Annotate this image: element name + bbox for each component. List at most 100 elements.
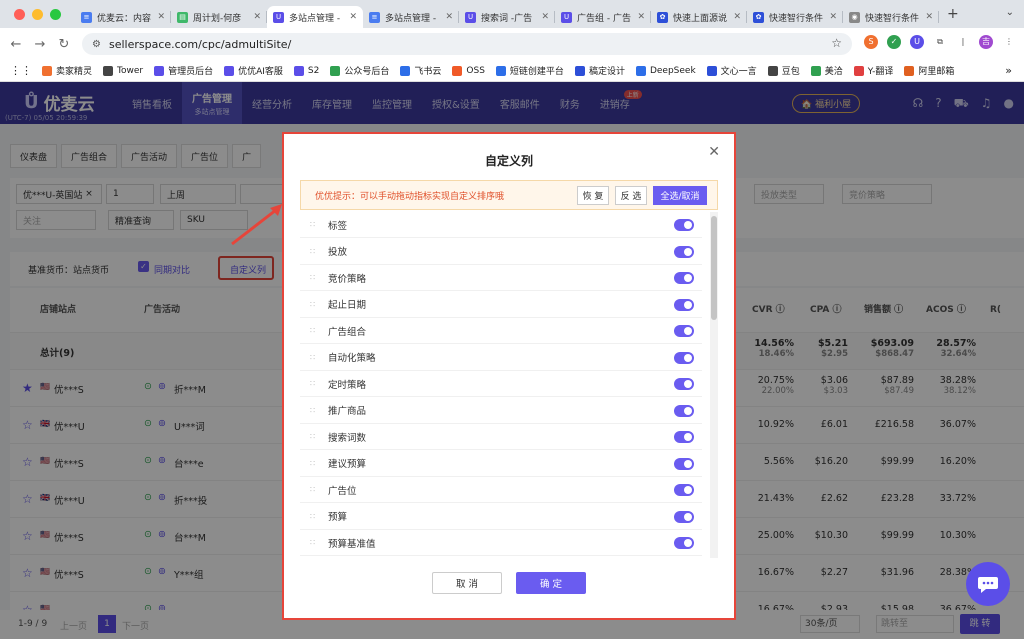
column-toggle[interactable]	[674, 325, 694, 337]
invert-button[interactable]: 反 选	[615, 186, 647, 205]
column-toggle[interactable]	[674, 510, 694, 523]
tab-close-icon[interactable]: ✕	[829, 12, 837, 22]
back-button[interactable]: ←	[4, 37, 28, 52]
column-toggle[interactable]	[674, 484, 694, 496]
bookmark-item[interactable]: Y-翻译	[853, 64, 893, 77]
bookmarks-overflow-icon[interactable]: »	[1005, 64, 1012, 77]
browser-tab[interactable]: ≡ 多站点管理 - ✕	[363, 6, 459, 28]
column-toggle[interactable]	[674, 404, 694, 417]
tab-close-icon[interactable]: ✕	[445, 12, 453, 22]
tab-close-icon[interactable]: ✕	[541, 12, 549, 22]
bookmark-item[interactable]: 优优AI客服	[224, 64, 283, 77]
column-toggle[interactable]	[674, 219, 694, 231]
apps-grid-icon[interactable]: ⋮⋮	[10, 64, 32, 77]
column-item[interactable]: ∷ 广告组合	[300, 318, 702, 344]
new-tab-button[interactable]: +	[947, 6, 959, 22]
browser-tab[interactable]: ✿ 快速上面源说 ✕	[651, 6, 747, 28]
reload-button[interactable]: ↻	[52, 37, 76, 52]
bookmark-item[interactable]: OSS	[452, 64, 485, 77]
browser-tab[interactable]: ◉ 快速智行条件 ✕	[843, 6, 939, 28]
forward-button[interactable]: →	[28, 37, 52, 52]
bookmark-item[interactable]: 豆包	[767, 64, 800, 77]
extension-icon[interactable]: U	[910, 35, 924, 49]
column-item[interactable]: ∷ 投放	[300, 239, 702, 265]
confirm-button[interactable]: 确 定	[516, 572, 586, 594]
browser-tab[interactable]: U 多站点管理 - ✕	[267, 6, 363, 28]
drag-handle-icon[interactable]: ∷	[310, 353, 322, 362]
tab-close-icon[interactable]: ✕	[637, 12, 645, 22]
column-toggle[interactable]	[674, 537, 694, 549]
drag-handle-icon[interactable]: ∷	[310, 432, 322, 441]
restore-button[interactable]: 恢 复	[577, 186, 609, 205]
bookmark-item[interactable]: 短链创建平台	[495, 64, 564, 77]
browser-tab[interactable]: ≡ 优麦云：内容 ✕	[75, 6, 171, 28]
extension-icon[interactable]: ✓	[887, 35, 901, 49]
drag-handle-icon[interactable]: ∷	[310, 300, 322, 309]
column-toggle[interactable]	[674, 298, 694, 311]
drag-handle-icon[interactable]: ∷	[310, 459, 322, 468]
browser-tab[interactable]: U 搜索词 -广告 ✕	[459, 6, 555, 28]
close-icon[interactable]: ✕	[708, 144, 720, 160]
url-bar[interactable]: ⚙ sellerspace.com/cpc/admultiSite/ ☆	[82, 33, 852, 55]
bookmark-item[interactable]: 管理员后台	[154, 64, 213, 77]
tab-close-icon[interactable]: ✕	[349, 12, 357, 22]
puzzle-icon[interactable]: ⧉	[933, 35, 947, 49]
column-toggle[interactable]	[674, 378, 694, 390]
column-toggle[interactable]	[674, 431, 694, 443]
drag-handle-icon[interactable]: ∷	[310, 247, 322, 256]
bookmark-item[interactable]: 飞书云	[400, 64, 441, 77]
column-item[interactable]: ∷ 定时策略	[300, 371, 702, 397]
bookmark-item[interactable]: DeepSeek	[635, 64, 696, 77]
column-item[interactable]: ∷ 建议预算	[300, 451, 702, 477]
site-settings-icon[interactable]: ⚙	[92, 39, 101, 50]
bookmark-item[interactable]: 文心一言	[706, 64, 757, 77]
tab-close-icon[interactable]: ✕	[925, 12, 933, 22]
tab-list-chevron-icon[interactable]: ⌄	[1006, 7, 1014, 18]
drag-handle-icon[interactable]: ∷	[310, 326, 322, 335]
minimize-window-button[interactable]	[32, 8, 43, 20]
column-item[interactable]: ∷ 竞价策略	[300, 265, 702, 291]
column-item[interactable]: ∷ 推广商品	[300, 398, 702, 424]
drag-handle-icon[interactable]: ∷	[310, 512, 322, 521]
column-item[interactable]: ∷ 搜索词数	[300, 424, 702, 450]
column-item[interactable]: ∷ 标签	[300, 212, 702, 238]
column-item[interactable]: ∷ 预算	[300, 504, 702, 530]
bookmark-item[interactable]: 美洽	[810, 64, 843, 77]
column-item[interactable]: ∷ 起止日期	[300, 292, 702, 318]
list-scrollbar[interactable]	[710, 212, 718, 558]
tab-close-icon[interactable]: ✕	[157, 12, 165, 22]
bookmark-item[interactable]: 卖家精灵	[42, 64, 92, 77]
browser-tab[interactable]: ✿ 快速智行条件 ✕	[747, 6, 843, 28]
select-all-button[interactable]: 全选/取消	[653, 186, 707, 205]
drag-handle-icon[interactable]: ∷	[310, 538, 322, 547]
column-toggle[interactable]	[674, 457, 694, 470]
drag-handle-icon[interactable]: ∷	[310, 406, 322, 415]
more-menu-icon[interactable]: ⋮	[1002, 35, 1016, 49]
drag-handle-icon[interactable]: ∷	[310, 220, 322, 229]
bookmark-item[interactable]: 公众号后台	[330, 64, 389, 77]
bookmark-star-icon[interactable]: ☆	[831, 36, 842, 50]
drag-handle-icon[interactable]: ∷	[310, 273, 322, 282]
close-window-button[interactable]	[14, 8, 25, 20]
column-item[interactable]: ∷ 广告位	[300, 477, 702, 503]
profile-avatar[interactable]: 吉	[979, 35, 993, 49]
tab-close-icon[interactable]: ✕	[733, 12, 741, 22]
column-item[interactable]: ∷ 预算基准值	[300, 530, 702, 556]
extension-icon[interactable]: S	[864, 35, 878, 49]
maximize-window-button[interactable]	[50, 8, 61, 20]
bookmark-item[interactable]: Tower	[103, 64, 143, 77]
column-toggle[interactable]	[674, 272, 694, 284]
chat-button[interactable]	[966, 562, 1010, 606]
column-toggle[interactable]	[674, 245, 694, 258]
scrollbar-thumb[interactable]	[711, 216, 717, 320]
browser-tab[interactable]: ▤ 周计划-何彦 ✕	[171, 6, 267, 28]
bookmark-item[interactable]: 阿里邮箱	[904, 64, 954, 77]
drag-handle-icon[interactable]: ∷	[310, 379, 322, 388]
tab-close-icon[interactable]: ✕	[253, 12, 261, 22]
column-toggle[interactable]	[674, 351, 694, 364]
bookmark-item[interactable]: 稿定设计	[574, 64, 625, 77]
column-item[interactable]: ∷ 自动化策略	[300, 345, 702, 371]
browser-tab[interactable]: U 广告组 - 广告 ✕	[555, 6, 651, 28]
bookmark-item[interactable]: S2	[293, 64, 319, 77]
cancel-button[interactable]: 取 消	[432, 572, 502, 594]
